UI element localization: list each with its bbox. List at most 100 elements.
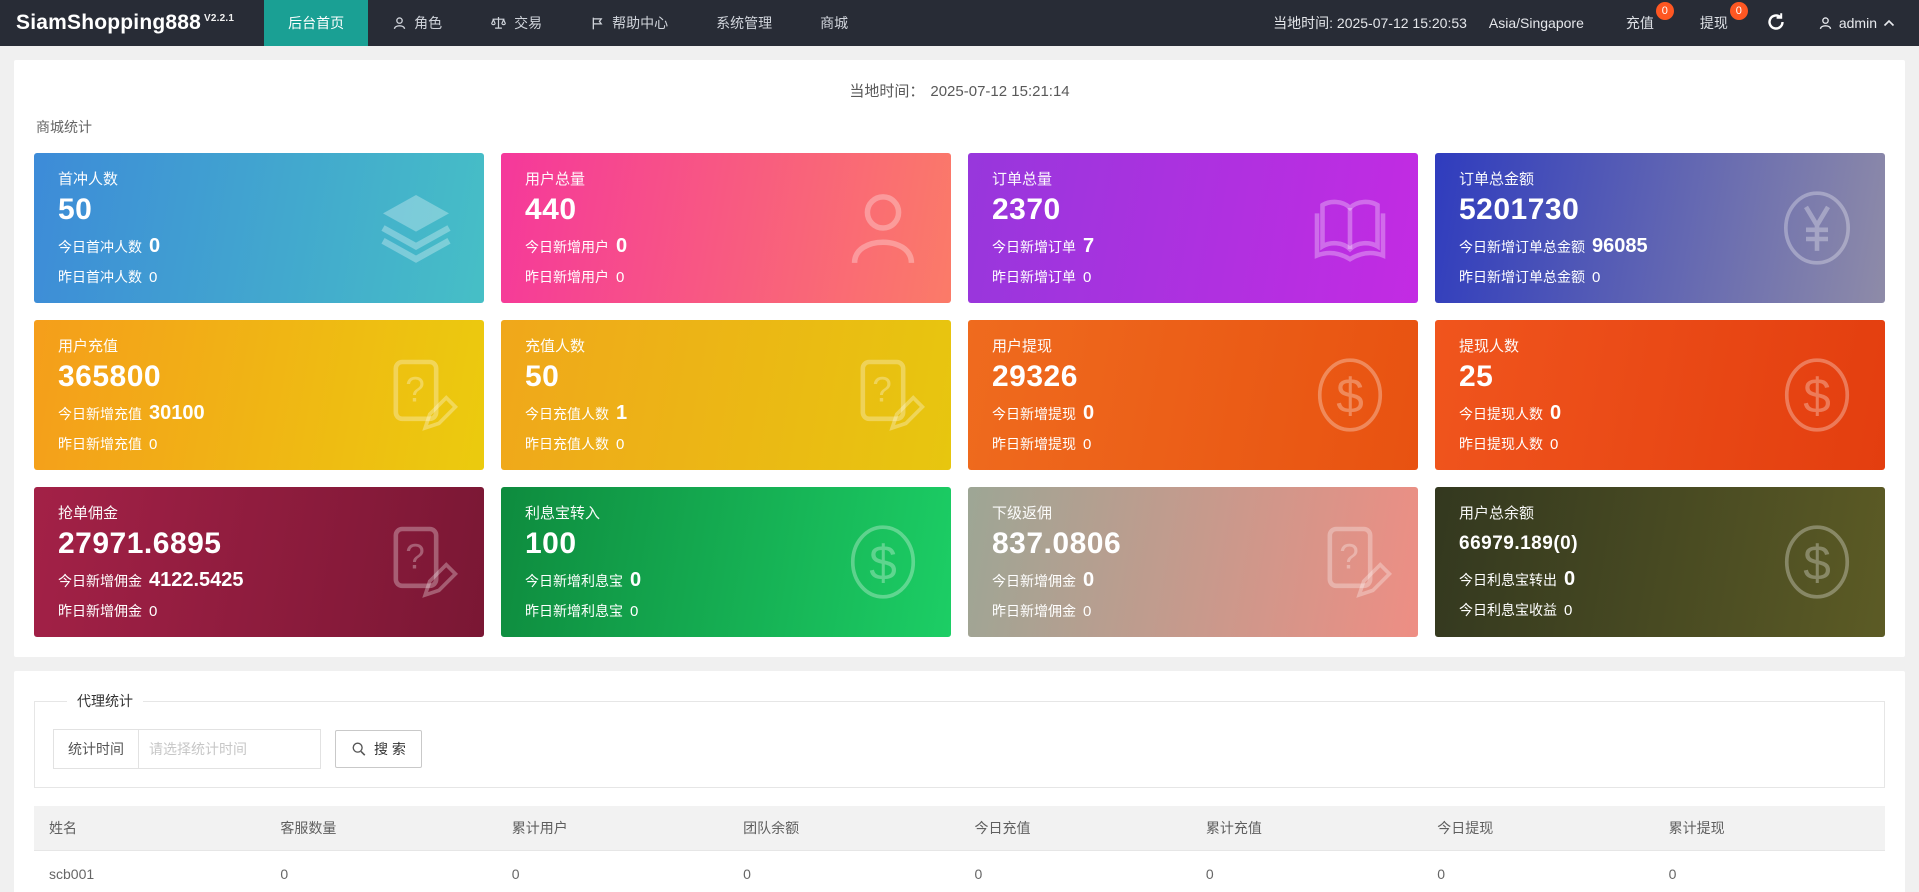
book-icon <box>1306 184 1394 272</box>
card-line-value: 0 <box>1083 401 1095 424</box>
withdraw-badge: 0 <box>1729 2 1748 20</box>
scales-icon <box>490 15 507 31</box>
col-header-total-recharge: 累计充值 <box>1190 806 1423 851</box>
recharge-link[interactable]: 充值 0 <box>1618 2 1674 33</box>
nav-item-dashboard[interactable]: 后台首页 <box>264 0 369 46</box>
local-time-label: 当地时间： <box>849 83 925 100</box>
refresh-icon <box>1766 12 1786 32</box>
nav-label: 后台首页 <box>288 15 345 31</box>
top-navbar: SiamShopping888 V2.2.1 后台首页 角色 交易 帮助中心 系… <box>0 0 1919 46</box>
card-line-value: 0 <box>1592 268 1601 286</box>
card-first-charge-users: 首冲人数 50 今日首冲人数 0 昨日首冲人数 0 <box>34 153 484 303</box>
doc-edit-icon <box>372 518 460 606</box>
card-line-value: 0 <box>149 268 158 286</box>
stat-cards-grid: 首冲人数 50 今日首冲人数 0 昨日首冲人数 0 用户总量 440 今日新增用户 0… <box>34 153 1885 637</box>
cell: 0 <box>1422 850 1654 892</box>
nav-label: 帮助中心 <box>612 15 669 31</box>
refresh-button[interactable] <box>1766 12 1788 34</box>
card-line-label: 昨日新增用户 <box>525 268 609 285</box>
brand-logo[interactable]: SiamShopping888 V2.2.1 <box>16 0 234 46</box>
table-header-row: 姓名 客服数量 累计用户 团队余额 今日充值 累计充值 今日提现 累计提现 <box>34 806 1885 851</box>
card-line-label: 昨日新增订单总金额 <box>1459 268 1585 285</box>
layers-icon <box>372 184 460 272</box>
search-icon <box>351 741 367 757</box>
doc-edit-icon <box>372 351 460 439</box>
card-line-value: 0 <box>149 234 161 257</box>
card-line-label: 今日新增订单 <box>992 238 1076 255</box>
user-menu[interactable]: admin <box>1818 15 1895 31</box>
stats-panel: 当地时间： 2025-07-12 15:21:14 商城统计 首冲人数 50 今日… <box>14 60 1905 657</box>
cell: 0 <box>1653 850 1885 892</box>
nav-item-roles[interactable]: 角色 <box>368 0 466 46</box>
chevron-up-icon <box>1883 19 1895 27</box>
card-line-value: 0 <box>149 435 158 453</box>
flag-icon <box>590 16 605 31</box>
card-total-order-amount: 订单总金额 5201730 今日新增订单总金额 96085 昨日新增订单总金额 0 <box>1435 153 1885 303</box>
card-line-value: 30100 <box>149 401 205 424</box>
cell: scb001 <box>34 850 266 892</box>
card-line-label: 今日新增充值 <box>58 405 142 422</box>
navbar-local-time: 当地时间: 2025-07-12 15:20:53 <box>1273 15 1467 31</box>
username: admin <box>1838 15 1877 31</box>
card-recharge-users: 充值人数 50 今日充值人数 1 昨日充值人数 0 <box>501 320 951 470</box>
card-line-value: 0 <box>149 602 158 620</box>
search-button[interactable]: 搜 索 <box>335 730 422 768</box>
card-order-commission: 抢单佣金 27971.6895 今日新增佣金 4122.5425 昨日新增佣金 0 <box>34 487 484 637</box>
cell: 0 <box>959 850 1191 892</box>
nav-label: 系统管理 <box>716 15 773 31</box>
card-line-value: 0 <box>1550 435 1559 453</box>
agent-fieldset: 代理统计 统计时间 搜 索 <box>34 691 1885 788</box>
card-line-value: 0 <box>616 268 625 286</box>
withdraw-link[interactable]: 提现 0 <box>1692 2 1748 33</box>
stat-time-input[interactable] <box>139 729 321 769</box>
dollar-icon <box>1773 518 1861 606</box>
dollar-icon <box>1306 351 1394 439</box>
agent-panel: 代理统计 统计时间 搜 索 姓名 客服数量 累计用户 团队余额 今日充值 累计充… <box>14 671 1905 892</box>
card-line-label: 今日新增提现 <box>992 405 1076 422</box>
card-line-label: 今日新增佣金 <box>992 572 1076 589</box>
card-line-label: 今日提现人数 <box>1459 405 1543 422</box>
card-line-value: 4122.5425 <box>149 568 244 591</box>
recharge-badge: 0 <box>1655 2 1674 20</box>
card-line-label: 昨日新增提现 <box>992 435 1076 452</box>
withdraw-label: 提现 <box>1699 15 1728 31</box>
brand-name: SiamShopping888 <box>16 11 202 34</box>
brand-version: V2.2.1 <box>204 12 235 24</box>
card-line-label: 昨日提现人数 <box>1459 435 1543 452</box>
local-time-value: 2025-07-12 15:21:14 <box>930 83 1070 100</box>
panel-local-time: 当地时间： 2025-07-12 15:21:14 <box>34 76 1885 101</box>
navbar-right: 当地时间: 2025-07-12 15:20:53 Asia/Singapore… <box>1273 0 1919 46</box>
navbar-timezone: Asia/Singapore <box>1488 15 1584 31</box>
user-icon <box>839 184 927 272</box>
card-line-value: 0 <box>1564 601 1573 619</box>
card-line-value: 96085 <box>1592 234 1648 257</box>
cell: 0 <box>496 850 729 892</box>
section-title: 商城统计 <box>36 119 92 135</box>
card-line-label: 今日首冲人数 <box>58 238 142 255</box>
card-line-label: 昨日新增订单 <box>992 268 1076 285</box>
col-header-today-recharge: 今日充值 <box>959 806 1191 851</box>
card-total-orders: 订单总量 2370 今日新增订单 7 昨日新增订单 0 <box>968 153 1418 303</box>
nav-item-system-manage[interactable]: 系统管理 <box>692 0 796 46</box>
card-line-value: 0 <box>1083 568 1095 591</box>
card-withdraw-users: 提现人数 25 今日提现人数 0 昨日提现人数 0 <box>1435 320 1885 470</box>
stat-time-group: 统计时间 <box>53 729 321 769</box>
nav-item-trade[interactable]: 交易 <box>466 0 566 46</box>
yen-icon <box>1773 184 1861 272</box>
agent-table: 姓名 客服数量 累计用户 团队余额 今日充值 累计充值 今日提现 累计提现 sc… <box>34 806 1885 892</box>
nav-item-mall[interactable]: 商城 <box>796 0 872 46</box>
card-line-label: 昨日新增充值 <box>58 435 142 452</box>
card-line-label: 今日新增订单总金额 <box>1459 238 1585 255</box>
card-subordinate-rebate: 下级返佣 837.0806 今日新增佣金 0 昨日新增佣金 0 <box>968 487 1418 637</box>
card-line-value: 0 <box>1550 401 1562 424</box>
card-total-users: 用户总量 440 今日新增用户 0 昨日新增用户 0 <box>501 153 951 303</box>
card-user-total-balance: 用户总余额 66979.189(0) 今日利息宝转出 0 今日利息宝收益 0 <box>1435 487 1885 637</box>
card-line-label: 昨日新增利息宝 <box>525 602 623 619</box>
card-line-value: 7 <box>1083 234 1095 257</box>
col-header-total-users: 累计用户 <box>496 806 729 851</box>
nav-label: 商城 <box>820 15 849 31</box>
dollar-icon <box>839 518 927 606</box>
nav-item-help-center[interactable]: 帮助中心 <box>566 0 692 46</box>
card-line-value: 0 <box>616 234 628 257</box>
card-line-label: 昨日新增佣金 <box>58 602 142 619</box>
